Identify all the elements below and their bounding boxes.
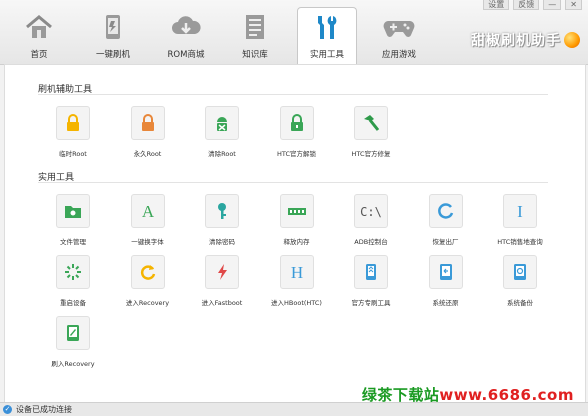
tool-label: 刷入Recovery xyxy=(51,360,95,368)
system-restore-icon xyxy=(428,255,463,289)
cloud-download-icon xyxy=(169,12,203,42)
svg-text:I: I xyxy=(517,202,523,221)
status-bar: ✓ 设备已成功连接 xyxy=(0,402,588,416)
document-icon xyxy=(238,12,272,42)
key-icon xyxy=(205,194,239,228)
tool-font[interactable]: A 一键换字体 xyxy=(118,194,178,246)
tab-one-click-flash[interactable]: 一键刷机 xyxy=(84,8,142,62)
svg-text:C:\: C:\ xyxy=(360,205,382,219)
tool-folder[interactable]: 文件管理 xyxy=(43,194,103,246)
tool-hboot[interactable]: H 进入HBoot(HTC) xyxy=(267,255,327,307)
tool-label: 官方专刷工具 xyxy=(351,299,391,307)
tool-label: 文件管理 xyxy=(60,238,86,246)
tool-label: 系统备份 xyxy=(507,299,533,307)
tool-phone-tool[interactable]: 官方专刷工具 xyxy=(341,255,401,307)
tool-label: 清除密码 xyxy=(209,238,235,246)
tool-label: 一键换字体 xyxy=(131,238,164,246)
tab-label: ROM商城 xyxy=(167,50,205,60)
brand-ball-icon xyxy=(564,32,580,48)
hammer-icon xyxy=(354,106,388,140)
tool-key[interactable]: 清除密码 xyxy=(192,194,252,246)
flash-icon xyxy=(205,255,239,289)
tab-rom-store[interactable]: ROM商城 xyxy=(157,8,215,62)
minimize-button[interactable]: — xyxy=(543,0,562,10)
tool-label: 清除Root xyxy=(208,150,236,158)
tool-info[interactable]: I HTC销售地查询 xyxy=(490,194,550,246)
restore-icon xyxy=(428,194,463,228)
android-clear-icon xyxy=(205,106,239,140)
tab-label: 应用游戏 xyxy=(381,50,416,60)
tool-memory[interactable]: 释放内存 xyxy=(267,194,327,246)
tab-home[interactable]: 首页 xyxy=(10,8,68,62)
loading-icon xyxy=(56,255,90,289)
tool-lock-permanent[interactable]: 永久Root xyxy=(118,106,178,158)
close-button[interactable]: ✕ xyxy=(565,0,582,10)
console-icon: C:\ xyxy=(354,194,388,228)
tool-label: 重启设备 xyxy=(60,299,86,307)
lock-temp-icon xyxy=(56,106,90,140)
tool-refresh[interactable]: 进入Recovery xyxy=(118,255,178,307)
tool-restore[interactable]: 恢复出厂 xyxy=(416,194,476,246)
folder-icon xyxy=(56,194,90,228)
tool-label: 进入Fastboot xyxy=(201,299,243,307)
tool-label: HTC官方解锁 xyxy=(276,150,317,158)
phone-flash-icon xyxy=(96,12,130,42)
status-text: 设备已成功连接 xyxy=(16,405,72,414)
tool-write-recovery[interactable]: 刷入Recovery xyxy=(43,316,103,368)
connected-check-icon: ✓ xyxy=(3,405,12,414)
tab-label: 实用工具 xyxy=(309,50,344,60)
tool-label: 系统还原 xyxy=(432,299,459,307)
tab-apps-games[interactable]: 应用游戏 xyxy=(370,8,428,62)
write-recovery-icon xyxy=(56,316,90,350)
tool-label: 临时Root xyxy=(59,150,87,158)
section-divider xyxy=(38,94,548,95)
tab-utilities[interactable]: 实用工具 xyxy=(297,7,357,65)
tool-label: 释放内存 xyxy=(283,238,310,246)
tool-hammer[interactable]: HTC官方修复 xyxy=(341,106,401,158)
lock-permanent-icon xyxy=(130,106,165,140)
tool-label: 永久Root xyxy=(133,150,162,158)
feedback-button[interactable]: 反馈 xyxy=(513,0,540,10)
refresh-icon xyxy=(130,255,165,289)
tools-icon xyxy=(310,12,344,42)
tool-lock-temp[interactable]: 临时Root xyxy=(43,106,103,158)
tool-system-backup[interactable]: 系统备份 xyxy=(490,255,550,307)
info-icon: I xyxy=(503,194,537,228)
tool-flash[interactable]: 进入Fastboot xyxy=(192,255,252,307)
font-icon: A xyxy=(130,194,165,228)
tool-label: HTC销售地查询 xyxy=(497,238,543,246)
tool-label: 恢复出厂 xyxy=(432,238,459,246)
tool-loading[interactable]: 重启设备 xyxy=(43,255,103,307)
brand-logo: 甜椒刷机助手 xyxy=(471,30,580,50)
tool-label: 进入Recovery xyxy=(125,299,170,307)
window-controls: 设置 反馈 — ✕ xyxy=(483,0,582,10)
unlock-icon xyxy=(279,106,314,140)
svg-text:H: H xyxy=(290,263,302,282)
tab-label: 首页 xyxy=(30,50,48,60)
svg-text:A: A xyxy=(141,202,154,221)
tool-label: ADB控制台 xyxy=(354,238,388,246)
section-divider xyxy=(38,182,548,183)
tab-label: 知识库 xyxy=(242,50,268,60)
tool-unlock[interactable]: HTC官方解锁 xyxy=(267,106,327,158)
system-backup-icon xyxy=(503,255,537,289)
tool-label: HTC官方修复 xyxy=(351,150,391,158)
tool-console[interactable]: C:\ ADB控制台 xyxy=(341,194,401,246)
hboot-icon: H xyxy=(279,255,314,289)
brand-name: 甜椒刷机助手 xyxy=(471,33,561,49)
top-toolbar: 设置 反馈 — ✕ 首页 一键刷机 ROM商城 知识库 实用工具 应用游戏 甜椒… xyxy=(0,0,588,65)
tab-knowledge-base[interactable]: 知识库 xyxy=(226,8,284,62)
tool-android-clear[interactable]: 清除Root xyxy=(192,106,252,158)
home-icon xyxy=(22,12,56,42)
settings-button[interactable]: 设置 xyxy=(483,0,510,10)
gamepad-icon xyxy=(382,12,416,42)
phone-tool-icon xyxy=(354,255,388,289)
memory-icon xyxy=(279,194,314,228)
tab-label: 一键刷机 xyxy=(95,50,130,60)
tool-system-restore[interactable]: 系统还原 xyxy=(416,255,476,307)
tool-label: 进入HBoot(HTC) xyxy=(271,299,322,307)
